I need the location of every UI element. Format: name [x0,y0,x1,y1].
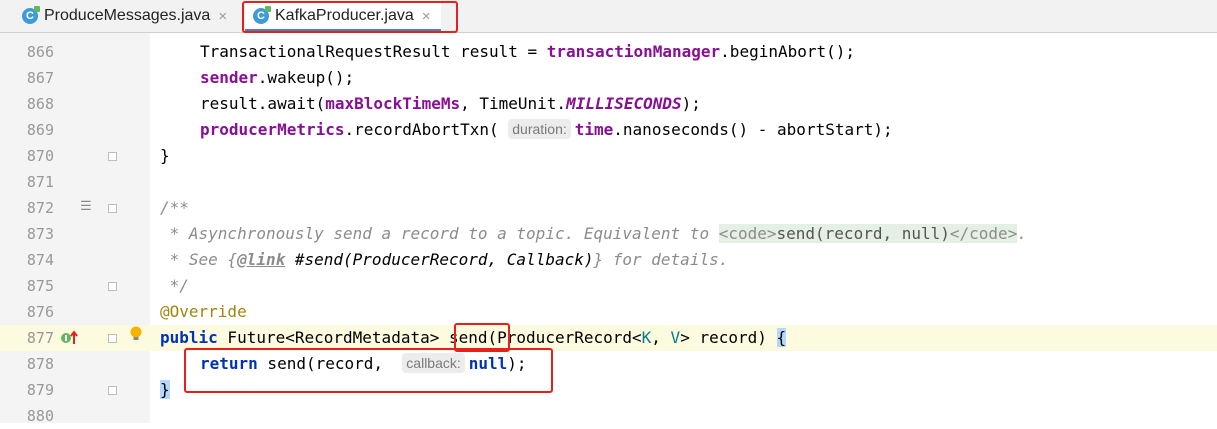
code-text: result.await( [200,94,326,113]
code-line-866: TransactionalRequestResult result = tran… [200,39,855,65]
line-number: 872 [26,199,54,217]
line-number: 878 [26,355,54,373]
code-text: > record) [680,328,777,347]
code-line-872: /** [160,198,189,217]
doc-comment-icon[interactable]: ☰ [80,199,92,214]
tab-produce-messages[interactable]: C ProduceMessages.java × [22,0,227,32]
code-text: TransactionalRequestResult result = [200,42,547,61]
matched-brace: } [160,380,170,399]
code-text: .wakeup(); [257,68,355,87]
line-number: 880 [26,407,54,425]
code-text: send(record, [257,354,393,373]
comment-text: * See { [160,250,238,269]
matched-brace: { [776,328,787,347]
code-text: Future<RecordMetadata> [217,328,449,347]
line-number: 876 [26,303,54,321]
code-field: sender [200,68,258,87]
close-icon[interactable]: × [218,8,227,25]
code-text: ); [681,94,701,113]
close-icon[interactable]: × [422,8,431,25]
active-tab-indicator [245,29,441,32]
code-field: transactionManager [546,42,721,61]
code-line-870: } [160,146,170,165]
code-keyword: null [468,354,508,373]
comment-link-ref: #send(ProducerRecord, Callback) [285,250,594,269]
line-number: 875 [26,277,54,295]
code-text: ); [507,354,527,373]
fold-marker-icon[interactable] [108,204,117,213]
implements-method-icon[interactable] [60,329,80,347]
line-number: 867 [26,69,54,87]
comment-link-tag: @link [237,250,286,269]
comment-text: . [1017,224,1027,243]
code-line-878: return send(record, callback: null); [200,351,527,377]
code-keyword: return [200,354,258,373]
code-constant: MILLISECONDS [566,94,682,113]
comment-text: * Asynchronously send a record to a topi… [160,224,719,243]
editor-tab-bar: C ProduceMessages.java × C KafkaProducer… [0,0,1217,33]
code-line-879: } [160,377,170,403]
java-class-icon: C [22,6,40,24]
code-line-875: */ [160,276,189,295]
tab-label: ProduceMessages.java [44,7,211,24]
code-line-876: @Override [160,302,247,321]
line-number: 874 [26,251,54,269]
code-line-867: sender.wakeup(); [200,65,354,91]
parameter-hint: duration: [508,119,571,139]
parameter-hint: callback: [402,353,465,373]
type-param: K [641,328,652,347]
type-param: V [670,328,681,347]
line-number: 866 [26,43,54,61]
comment-text: } for details. [593,250,729,269]
code-text: .recordAbortTxn( [344,120,499,139]
code-text: , TimeUnit. [460,94,567,113]
method-name: send [448,328,488,347]
java-class-icon: C [253,6,271,24]
code-line-868: result.await(maxBlockTimeMs, TimeUnit.MI… [200,91,701,117]
line-number: 868 [26,95,54,113]
line-number: 879 [26,381,54,399]
comment-html-tag: <code> [718,224,777,243]
line-number: 871 [26,173,54,191]
code-line-869: producerMetrics.recordAbortTxn( duration… [200,117,893,143]
comment-code: send(record, null) [776,224,950,243]
fold-marker-icon[interactable] [108,152,117,161]
fold-marker-icon[interactable] [108,334,117,343]
code-field: time [574,120,614,139]
line-number: 870 [26,147,54,165]
code-keyword: public [160,328,218,347]
line-number: 869 [26,121,54,139]
tab-kafka-producer[interactable]: C KafkaProducer.java × [245,0,441,32]
code-line-874: * See {@link #send(ProducerRecord, Callb… [160,247,729,273]
line-number: 877 [26,329,54,347]
code-line-877: public Future<RecordMetadata> send(Produ… [160,325,787,351]
comment-html-tag: </code> [949,224,1018,243]
code-field: maxBlockTimeMs [325,94,461,113]
code-text: (ProducerRecord< [487,328,642,347]
fold-marker-icon[interactable] [108,282,117,291]
code-text: .nanoseconds() - abortStart); [613,120,893,139]
code-field: producerMetrics [200,120,345,139]
fold-marker-icon[interactable] [108,386,117,395]
lightbulb-icon[interactable] [129,326,143,342]
line-number: 873 [26,225,54,243]
code-text: , [651,328,671,347]
tab-label: KafkaProducer.java [275,7,414,24]
code-line-873: * Asynchronously send a record to a topi… [160,221,1027,247]
code-text: .beginAbort(); [720,42,856,61]
